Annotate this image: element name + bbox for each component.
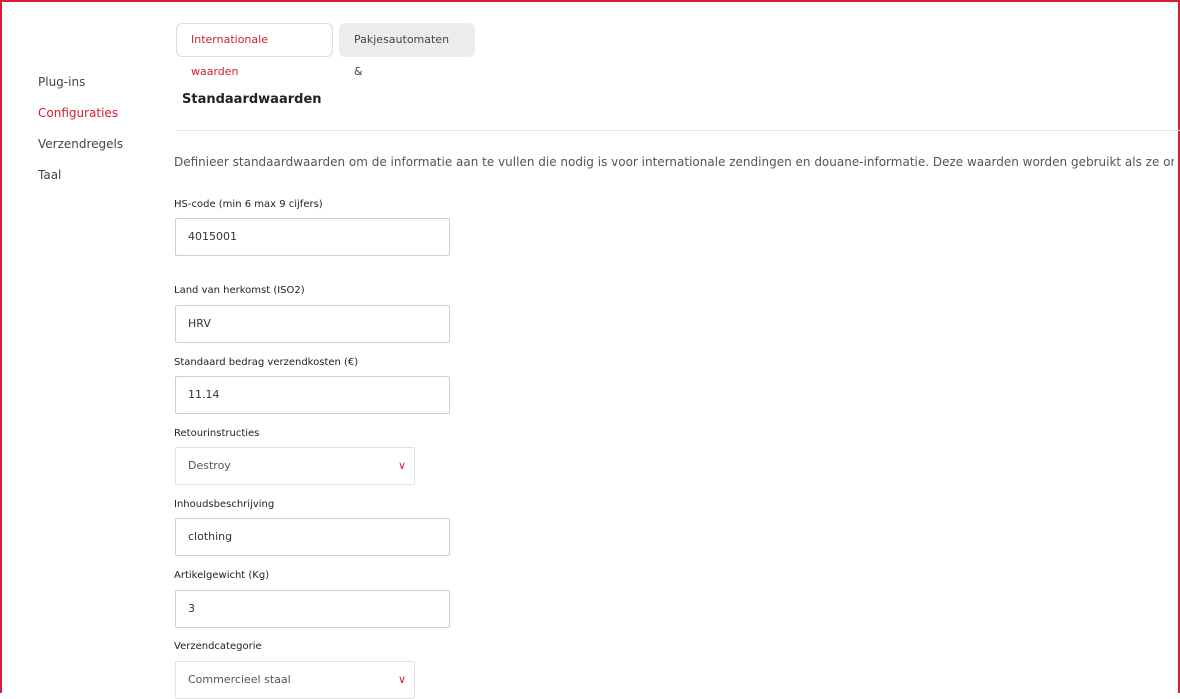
hs-code-label: HS-code (min 6 max 9 cijfers) xyxy=(174,199,323,210)
section-title: Standaardwaarden xyxy=(182,92,322,107)
sidebar-item-configurations[interactable]: Configuraties xyxy=(38,103,123,134)
return-instructions-value: Destroy xyxy=(188,459,231,472)
hs-code-input[interactable]: 4015001 xyxy=(175,218,450,256)
sidebar-item-plugins[interactable]: Plug-ins xyxy=(38,72,123,103)
item-weight-input[interactable]: 3 xyxy=(175,590,450,628)
content-description-label: Inhoudsbeschrijving xyxy=(174,499,275,510)
origin-country-input[interactable]: HRV xyxy=(175,305,450,343)
return-instructions-select[interactable]: Destroy ∨ xyxy=(175,447,415,485)
tab-international-values[interactable]: Internationale waarden xyxy=(176,23,333,78)
return-instructions-label: Retourinstructies xyxy=(174,428,260,439)
origin-country-label: Land van herkomst (ISO2) xyxy=(174,285,305,296)
shipping-category-value: Commercieel staal xyxy=(188,673,291,686)
sidebar-item-shipping-rules[interactable]: Verzendregels xyxy=(38,134,123,165)
chevron-down-icon: ∨ xyxy=(397,459,406,472)
sidebar: Plug-ins Configuraties Verzendregels Taa… xyxy=(38,72,123,196)
divider xyxy=(176,130,1180,131)
shipping-category-select[interactable]: Commercieel staal ∨ xyxy=(175,661,415,699)
tab-parcel-lockers[interactable]: Pakjesautomaten & xyxy=(339,23,475,78)
shipping-cost-label: Standaard bedrag verzendkosten (€) xyxy=(174,357,359,368)
tab-bar: Internationale waarden Pakjesautomaten & xyxy=(176,23,475,78)
sidebar-item-language[interactable]: Taal xyxy=(38,165,123,196)
item-weight-label: Artikelgewicht (Kg) xyxy=(174,570,270,581)
section-description: Definieer standaardwaarden om de informa… xyxy=(174,155,1174,169)
shipping-cost-input[interactable]: 11.14 xyxy=(175,376,450,414)
content-description-input[interactable]: clothing xyxy=(175,518,450,556)
shipping-category-label: Verzendcategorie xyxy=(174,641,262,652)
